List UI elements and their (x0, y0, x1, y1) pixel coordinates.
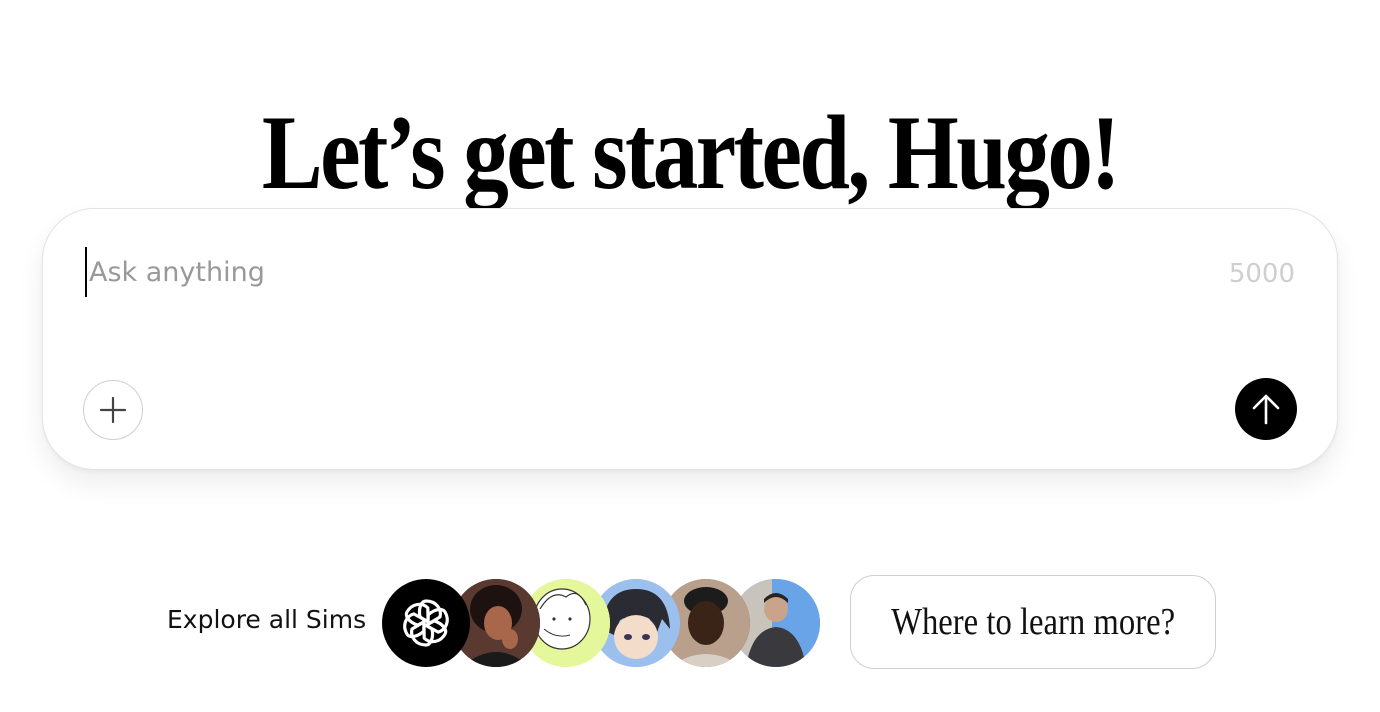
character-limit-counter: 5000 (1228, 259, 1295, 289)
suggestion-where-to-learn-more[interactable]: Where to learn more? (850, 575, 1216, 669)
ask-input[interactable] (85, 247, 1189, 297)
explore-sims-row: Explore all Sims Where to learn more? (0, 575, 1380, 671)
suggestion-label: Where to learn more? (891, 601, 1175, 643)
arrow-up-icon (1252, 394, 1280, 425)
send-button[interactable] (1235, 378, 1297, 440)
openai-logo-avatar[interactable] (382, 579, 470, 667)
explore-all-sims-link[interactable]: Explore all Sims (167, 605, 366, 634)
openai-logo-icon (403, 599, 449, 647)
page-title: Let’s get started, Hugo! (261, 94, 1121, 212)
attach-button[interactable] (83, 380, 143, 440)
plus-icon (99, 396, 127, 424)
chat-composer: 5000 (42, 208, 1338, 470)
